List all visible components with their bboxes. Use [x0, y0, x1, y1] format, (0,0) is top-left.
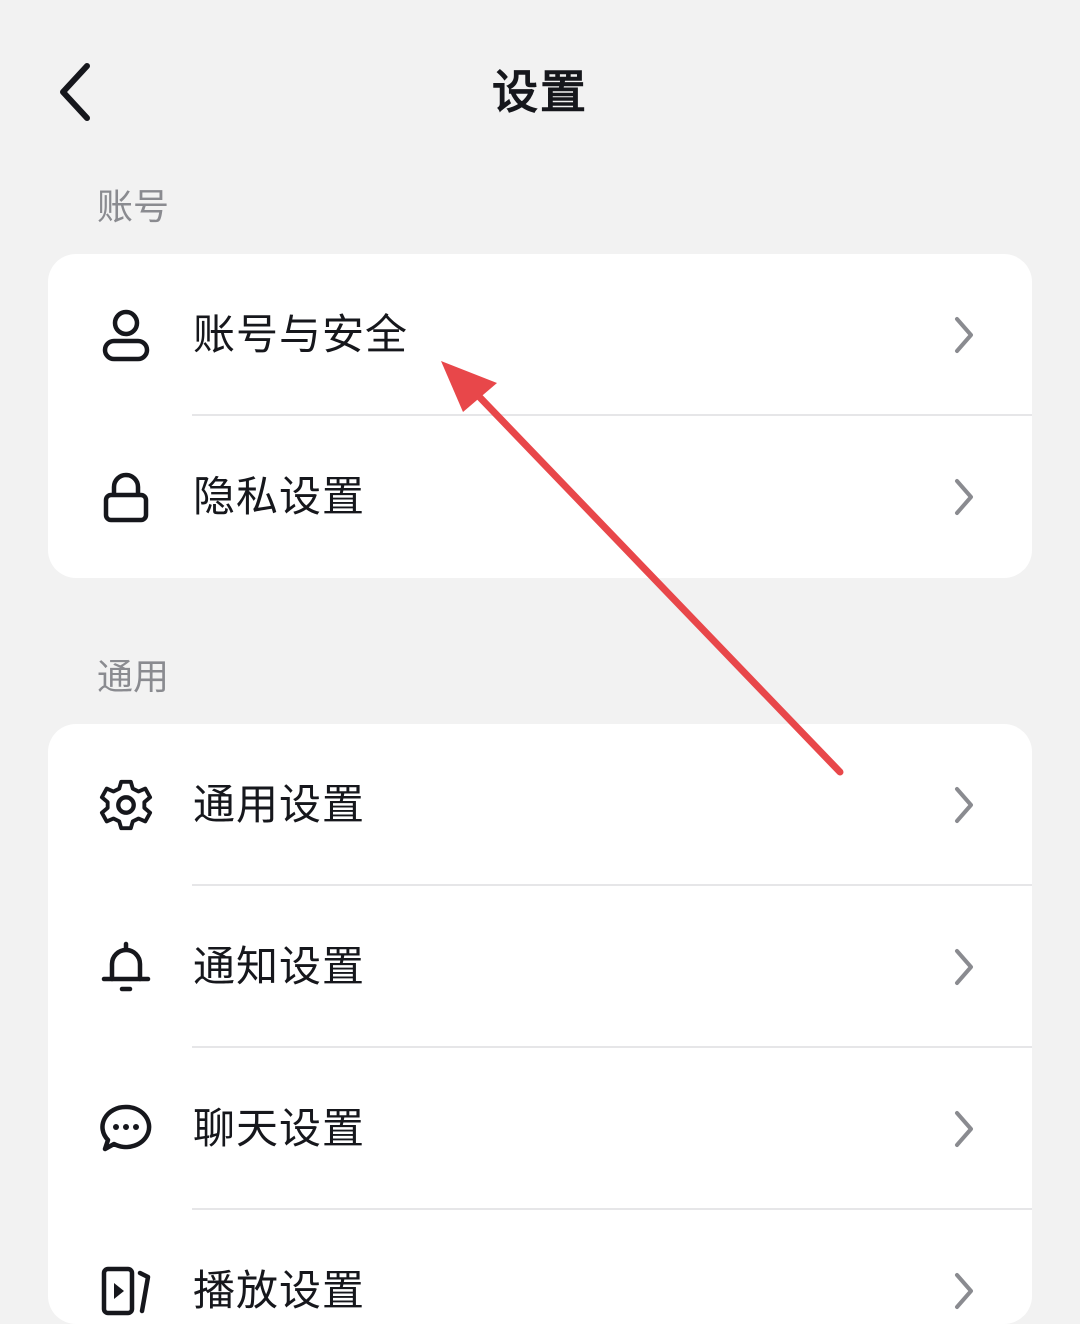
lock-icon — [98, 469, 154, 525]
chat-icon — [98, 1101, 154, 1157]
header-bar: 设置 — [0, 0, 1080, 185]
chevron-right-icon — [946, 310, 982, 360]
chevron-right-icon — [946, 472, 982, 522]
chevron-right-icon — [946, 1104, 982, 1154]
settings-item-privacy[interactable]: 隐私设置 — [48, 416, 1032, 578]
account-settings-card: 账号与安全 隐私设置 — [48, 254, 1032, 578]
gear-icon — [98, 777, 154, 833]
play-icon — [98, 1263, 154, 1319]
user-icon — [98, 307, 154, 363]
settings-item-chat[interactable]: 聊天设置 — [48, 1048, 1032, 1210]
settings-item-account-security[interactable]: 账号与安全 — [48, 254, 1032, 416]
settings-item-general[interactable]: 通用设置 — [48, 724, 1032, 886]
page-title: 设置 — [492, 65, 588, 119]
settings-item-label: 通知设置 — [193, 942, 366, 991]
settings-item-notifications[interactable]: 通知设置 — [48, 886, 1032, 1048]
general-settings-card: 通用设置 通知设置 聊天设置 播放设置 — [48, 724, 1032, 1324]
settings-item-playback[interactable]: 播放设置 — [48, 1210, 1032, 1324]
settings-item-label: 账号与安全 — [193, 310, 409, 359]
section-label-account: 账号 — [97, 187, 170, 228]
settings-item-label: 聊天设置 — [193, 1104, 366, 1153]
bell-icon — [98, 939, 154, 995]
section-label-general: 通用 — [97, 657, 170, 698]
settings-item-label: 通用设置 — [193, 780, 366, 829]
chevron-right-icon — [946, 1266, 982, 1316]
chevron-right-icon — [946, 942, 982, 992]
settings-item-label: 隐私设置 — [193, 472, 366, 521]
chevron-right-icon — [946, 780, 982, 830]
settings-item-label: 播放设置 — [193, 1266, 366, 1315]
